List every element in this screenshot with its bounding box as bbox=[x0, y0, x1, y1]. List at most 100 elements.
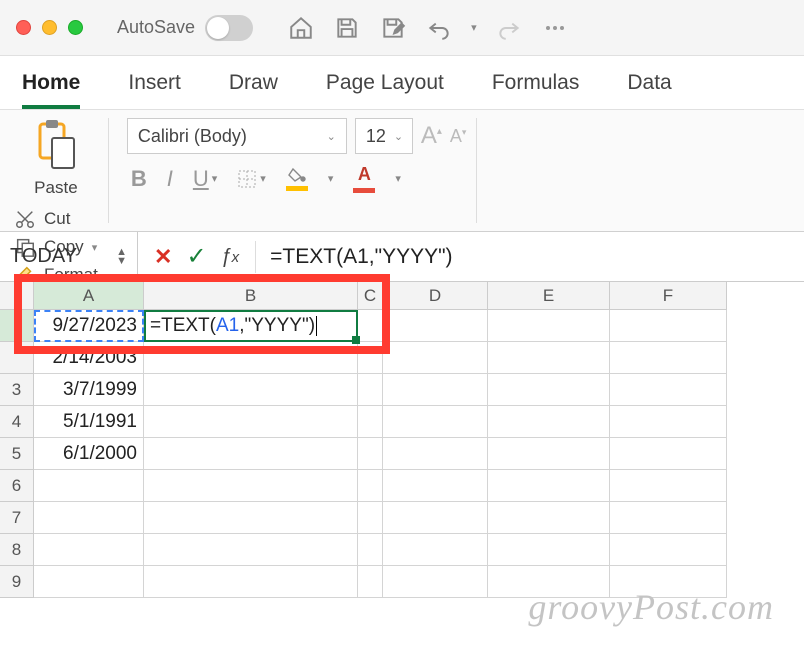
cell-c9[interactable] bbox=[358, 566, 383, 598]
cell-b7[interactable] bbox=[144, 502, 358, 534]
paste-button[interactable]: Paste bbox=[14, 118, 98, 198]
decrease-font-button[interactable]: A▾ bbox=[450, 126, 467, 147]
font-size-select[interactable]: 12 ⌄ bbox=[355, 118, 413, 154]
name-box-stepper[interactable]: ▲▼ bbox=[116, 248, 127, 266]
cell-c3[interactable] bbox=[358, 374, 383, 406]
cell-f6[interactable] bbox=[610, 470, 727, 502]
name-box[interactable]: TODAY ▲▼ bbox=[0, 232, 138, 282]
cell-e1[interactable] bbox=[488, 310, 610, 342]
column-header-c[interactable]: C bbox=[358, 282, 383, 310]
row-header-9[interactable]: 9 bbox=[0, 566, 34, 598]
column-header-f[interactable]: F bbox=[610, 282, 727, 310]
cell-a9[interactable] bbox=[34, 566, 144, 598]
cell-c8[interactable] bbox=[358, 534, 383, 566]
cell-e2[interactable] bbox=[488, 342, 610, 374]
tab-formulas[interactable]: Formulas bbox=[492, 61, 580, 105]
autosave-toggle[interactable] bbox=[205, 15, 253, 41]
tab-data[interactable]: Data bbox=[627, 61, 671, 105]
fill-color-button[interactable] bbox=[286, 167, 308, 191]
cell-d7[interactable] bbox=[383, 502, 488, 534]
cell-e8[interactable] bbox=[488, 534, 610, 566]
tab-draw[interactable]: Draw bbox=[229, 61, 278, 105]
increase-font-button[interactable]: A▴ bbox=[421, 122, 442, 150]
font-color-button[interactable]: A bbox=[353, 164, 375, 193]
row-header-6[interactable]: 6 bbox=[0, 470, 34, 502]
cell-b6[interactable] bbox=[144, 470, 358, 502]
more-icon[interactable] bbox=[541, 14, 569, 42]
cell-b1[interactable]: =TEXT(A1,"YYYY") bbox=[144, 310, 358, 342]
cell-a2[interactable]: 2/14/2003 bbox=[34, 342, 144, 374]
accept-formula-button[interactable]: ✓ bbox=[186, 242, 206, 271]
cell-d9[interactable] bbox=[383, 566, 488, 598]
fill-dropdown-icon[interactable]: ▾ bbox=[328, 172, 334, 185]
cell-b3[interactable] bbox=[144, 374, 358, 406]
cell-a5[interactable]: 6/1/2000 bbox=[34, 438, 144, 470]
tab-page-layout[interactable]: Page Layout bbox=[326, 61, 444, 105]
column-header-e[interactable]: E bbox=[488, 282, 610, 310]
cell-e5[interactable] bbox=[488, 438, 610, 470]
column-header-b[interactable]: B bbox=[144, 282, 358, 310]
minimize-window-icon[interactable] bbox=[42, 20, 57, 35]
cancel-formula-button[interactable]: ✕ bbox=[154, 244, 172, 270]
cell-f2[interactable] bbox=[610, 342, 727, 374]
tab-insert[interactable]: Insert bbox=[128, 61, 181, 105]
cell-d2[interactable] bbox=[383, 342, 488, 374]
cell-f8[interactable] bbox=[610, 534, 727, 566]
select-all-corner[interactable] bbox=[0, 282, 34, 310]
cell-e4[interactable] bbox=[488, 406, 610, 438]
cell-f3[interactable] bbox=[610, 374, 727, 406]
cell-a6[interactable] bbox=[34, 470, 144, 502]
cell-f1[interactable] bbox=[610, 310, 727, 342]
font-color-dropdown-icon[interactable]: ▾ bbox=[395, 172, 401, 185]
maximize-window-icon[interactable] bbox=[68, 20, 83, 35]
cell-e7[interactable] bbox=[488, 502, 610, 534]
cell-a1[interactable]: 9/27/2023 bbox=[34, 310, 144, 342]
row-header-1[interactable] bbox=[0, 310, 34, 342]
column-header-a[interactable]: A bbox=[34, 282, 144, 310]
cell-b5[interactable] bbox=[144, 438, 358, 470]
cell-d3[interactable] bbox=[383, 374, 488, 406]
row-header-8[interactable]: 8 bbox=[0, 534, 34, 566]
home-icon[interactable] bbox=[287, 14, 315, 42]
row-header-3[interactable]: 3 bbox=[0, 374, 34, 406]
font-name-select[interactable]: Calibri (Body) ⌄ bbox=[127, 118, 347, 154]
cell-c1[interactable] bbox=[358, 310, 383, 342]
cell-b4[interactable] bbox=[144, 406, 358, 438]
cell-f5[interactable] bbox=[610, 438, 727, 470]
save-icon[interactable] bbox=[333, 14, 361, 42]
cell-c7[interactable] bbox=[358, 502, 383, 534]
save-as-icon[interactable] bbox=[379, 14, 407, 42]
cell-d4[interactable] bbox=[383, 406, 488, 438]
underline-button[interactable]: U ▾ bbox=[193, 166, 217, 192]
cell-c4[interactable] bbox=[358, 406, 383, 438]
cell-a8[interactable] bbox=[34, 534, 144, 566]
redo-icon[interactable] bbox=[495, 14, 523, 42]
fx-icon[interactable]: ƒx bbox=[221, 245, 240, 268]
tab-home[interactable]: Home bbox=[22, 61, 80, 109]
cell-c6[interactable] bbox=[358, 470, 383, 502]
cell-d5[interactable] bbox=[383, 438, 488, 470]
cell-d1[interactable] bbox=[383, 310, 488, 342]
column-header-d[interactable]: D bbox=[383, 282, 488, 310]
cell-b8[interactable] bbox=[144, 534, 358, 566]
formula-input[interactable]: =TEXT(A1,"YYYY") bbox=[256, 245, 804, 269]
cell-b9[interactable] bbox=[144, 566, 358, 598]
undo-icon[interactable] bbox=[425, 14, 453, 42]
cell-f7[interactable] bbox=[610, 502, 727, 534]
cell-e6[interactable] bbox=[488, 470, 610, 502]
undo-dropdown-icon[interactable]: ▾ bbox=[471, 21, 477, 34]
close-window-icon[interactable] bbox=[16, 20, 31, 35]
cell-c2[interactable] bbox=[358, 342, 383, 374]
row-header-2[interactable] bbox=[0, 342, 34, 374]
cell-f4[interactable] bbox=[610, 406, 727, 438]
italic-button[interactable]: I bbox=[167, 166, 173, 192]
borders-button[interactable]: ▾ bbox=[237, 169, 266, 189]
cell-d6[interactable] bbox=[383, 470, 488, 502]
row-header-5[interactable]: 5 bbox=[0, 438, 34, 470]
cell-b2[interactable] bbox=[144, 342, 358, 374]
cut-button[interactable]: Cut bbox=[14, 208, 98, 230]
cell-d8[interactable] bbox=[383, 534, 488, 566]
bold-button[interactable]: B bbox=[131, 166, 147, 192]
cell-e3[interactable] bbox=[488, 374, 610, 406]
cell-a7[interactable] bbox=[34, 502, 144, 534]
